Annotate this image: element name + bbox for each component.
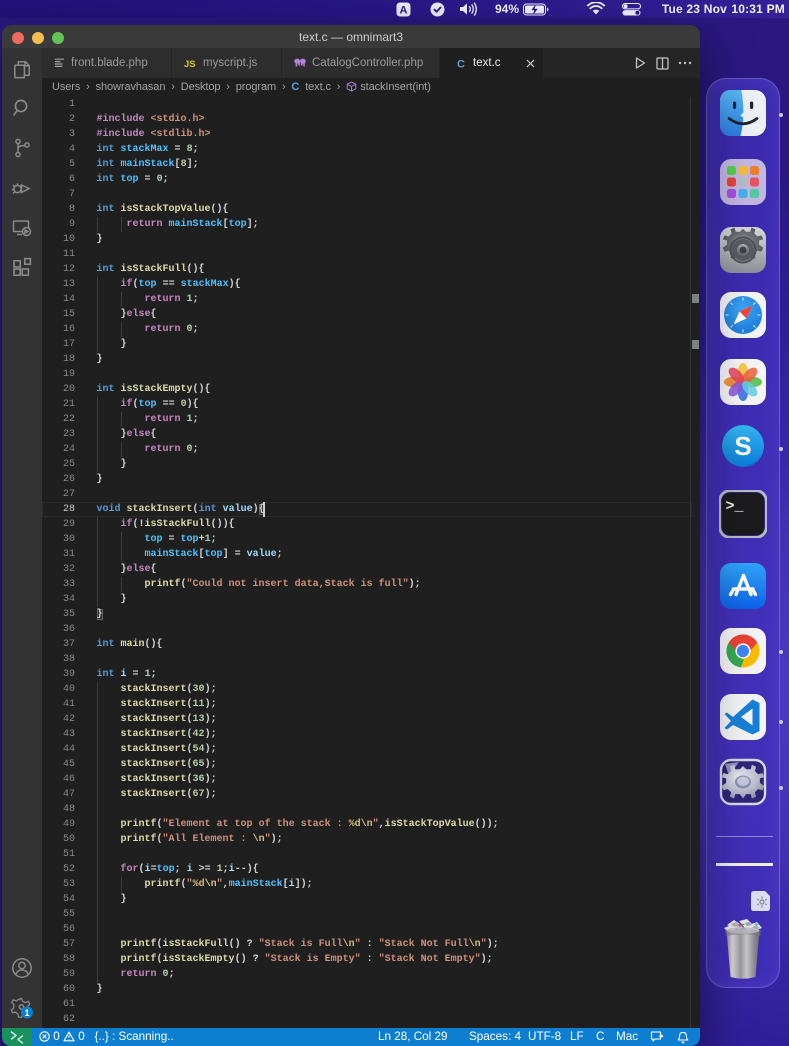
svg-text:S: S (734, 431, 751, 461)
svg-text:JS: JS (184, 59, 196, 69)
svg-text:A: A (400, 4, 408, 16)
svg-text:1: 1 (24, 1008, 29, 1018)
svg-text:C: C (457, 59, 465, 70)
svg-text:>_: >_ (726, 498, 745, 515)
